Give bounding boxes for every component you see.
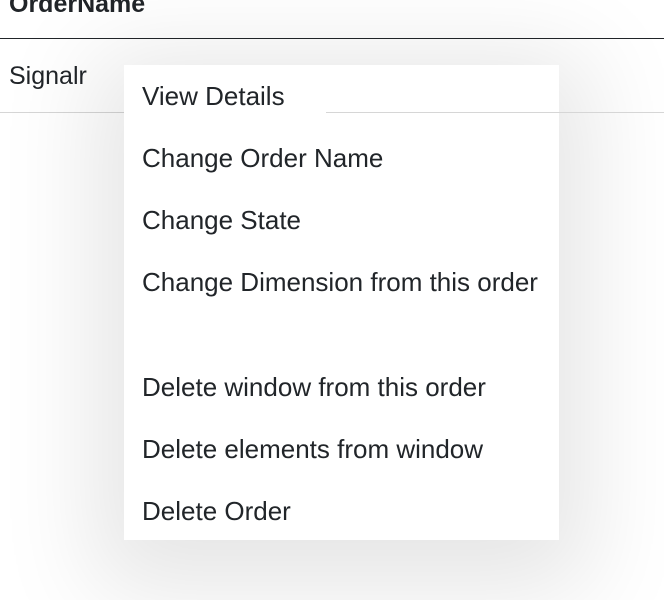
menu-item-delete-elements[interactable]: Delete elements from window [142,428,542,470]
row-divider [0,112,124,113]
menu-item-change-order-name[interactable]: Change Order Name [142,137,542,179]
menu-item-change-dimension[interactable]: Change Dimension from this order [142,261,542,303]
menu-item-delete-window[interactable]: Delete window from this order [142,366,542,408]
menu-item-view-details[interactable]: View Details [142,75,542,117]
column-header-ordername: OrderName [9,0,146,18]
context-menu: View Details Change Order Name Change St… [124,65,559,540]
order-name-cell[interactable]: Signalr [9,62,87,91]
menu-item-change-state[interactable]: Change State [142,199,542,241]
menu-item-delete-order[interactable]: Delete Order [142,490,542,532]
header-divider [0,38,664,39]
row-divider-overlay [326,112,664,113]
